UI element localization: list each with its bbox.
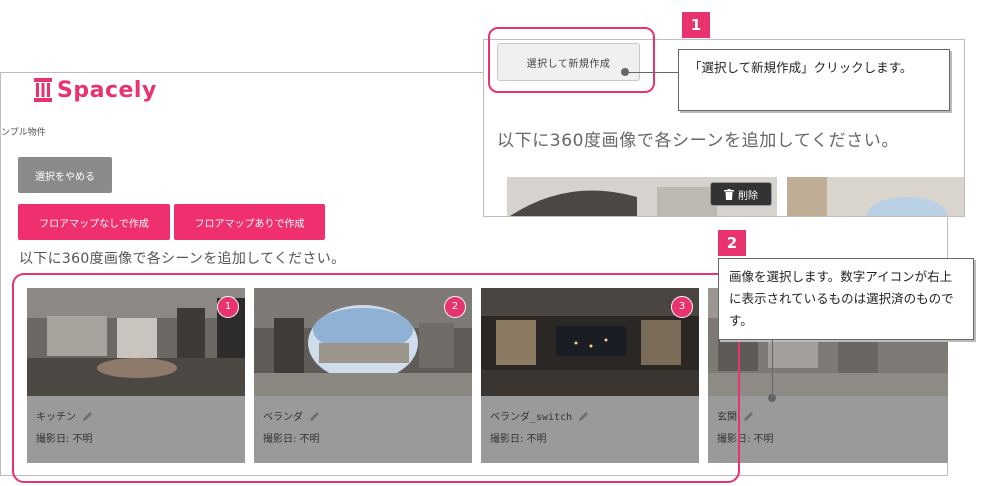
highlight-ring-cards <box>12 273 740 483</box>
step-badge-2: 2 <box>718 230 746 256</box>
callout-connector <box>626 72 678 73</box>
create-with-floormap-button[interactable]: フロアマップありで作成 <box>174 204 325 240</box>
logo-text: Spacely <box>57 77 157 103</box>
step-2-callout: 画像を選択します。数字アイコンが右上に表示されているものは選択済のものです。 <box>718 258 974 340</box>
pillar-icon <box>33 77 53 103</box>
callout-anchor-dot <box>621 68 629 76</box>
delete-label: 削除 <box>738 190 758 202</box>
instruction-text: 以下に360度画像で各シーンを追加してください。 <box>19 251 346 267</box>
step-badge-1: 1 <box>682 12 710 38</box>
trash-icon <box>724 188 734 200</box>
logo[interactable]: Spacely <box>33 75 157 105</box>
inset-scene-thumbnail[interactable] <box>787 177 964 216</box>
callout-connector <box>772 340 773 395</box>
breadcrumb[interactable]: ンプル物件 <box>1 125 46 138</box>
callout-anchor-dot <box>768 394 776 402</box>
highlight-ring-create-button <box>488 27 655 93</box>
stop-select-button[interactable]: 選択をやめる <box>18 157 112 193</box>
create-without-floormap-button[interactable]: フロアマップなしで作成 <box>18 204 170 240</box>
delete-button[interactable]: 削除 <box>710 182 772 206</box>
inset-instruction-text: 以下に360度画像で各シーンを追加してください。 <box>497 131 899 151</box>
pencil-icon[interactable] <box>743 410 755 422</box>
step-1-callout: 「選択して新規作成」クリックします。 <box>678 49 950 111</box>
